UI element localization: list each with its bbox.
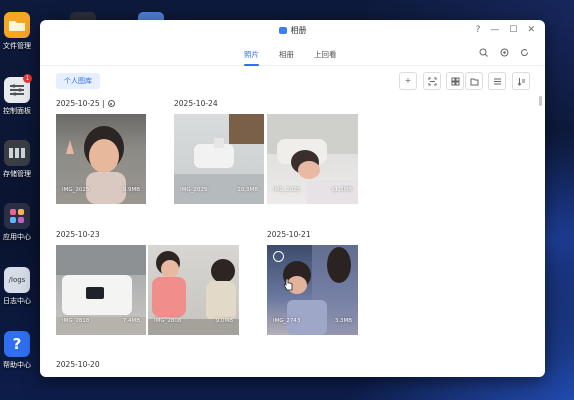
list-icon [493,78,501,85]
select-checkbox[interactable] [273,251,284,262]
sort-icon [517,78,525,86]
photo-thumbnail[interactable]: IMG_2025 10.3MB [174,114,264,204]
photo-filename: IMG_2025 [180,187,208,193]
desktop-icon-file-manager[interactable]: 文件管理 [0,12,34,51]
photo-filename: IMG_2743 [273,318,301,324]
desktop-icon-control-panel[interactable]: 1 控制面板 [0,74,34,116]
scan-button[interactable] [423,72,441,90]
scan-icon [428,77,436,86]
tab-bar: 照片 相册 上回看 [40,42,545,66]
settings-icon[interactable] [498,48,510,60]
date-header: 2025-10-20 [56,360,100,369]
photo-timeline: 2025-10-25 | IMG_2025 9.9MB 2025-10-24 I… [40,94,545,377]
hand-cursor-icon [283,276,293,295]
photo-thumbnail[interactable]: IMG_2025 11.3MB [267,114,358,204]
maximize-button[interactable]: ☐ [509,24,517,36]
select-group-icon[interactable] [107,100,115,107]
desktop-icon-label: 存储管理 [3,170,31,178]
grid-view-button[interactable] [446,72,464,90]
photo-filename: IMG_2025 [273,187,301,193]
sort-button[interactable] [512,72,530,90]
date-header: 2025-10-24 [174,99,218,108]
desktop-icon-help[interactable]: ? 帮助中心 [0,331,34,370]
photo-size: 9.0MB [215,318,233,324]
help-button[interactable]: ? [476,24,481,36]
photos-app-icon [278,27,287,34]
photo-size: 10.3MB [237,187,258,193]
desktop-icon-app-center[interactable]: 应用中心 [0,203,34,242]
desktop-icon-label: 帮助中心 [3,361,31,369]
tab-albums[interactable]: 相册 [279,49,294,60]
photo-size: 7.4MB [122,318,140,324]
photo-filename: IMG_2025 [62,187,90,193]
content-toolbar: 个人图库 + [40,66,545,94]
photo-thumbnail[interactable]: IMG_2025 9.9MB [56,114,146,204]
help-icon: ? [4,331,30,357]
folder-icon [4,12,30,38]
desktop-icon-label: 控制面板 [3,107,31,115]
date-header: 2025-10-25 | [56,99,115,108]
desktop-icon-label: 应用中心 [3,233,31,241]
photo-size: 3.3MB [334,318,352,324]
desktop-icon-label: 日志中心 [3,297,31,305]
desktop-icon-logs[interactable]: /logs 日志中心 [0,267,34,306]
photo-thumbnail[interactable]: IMG_2743 3.3MB [267,245,358,335]
desktop-icon-label: 文件管理 [3,42,31,50]
grid-icon [451,77,459,86]
photo-size: 11.3MB [331,187,352,193]
photo-filename: IMG_2808 [154,318,182,324]
notification-badge: 1 [23,74,32,83]
photo-filename: IMG_2818 [62,318,90,324]
close-button[interactable]: ✕ [527,24,535,36]
search-icon[interactable] [477,48,489,60]
photo-thumbnail[interactable]: IMG_2818 7.4MB [56,245,146,335]
logs-icon: /logs [4,267,30,293]
tab-recent[interactable]: 上回看 [314,49,337,60]
photo-size: 9.9MB [122,187,140,193]
date-header: 2025-10-21 [267,230,311,239]
minimize-button[interactable]: — [490,24,499,36]
window-titlebar[interactable]: 相册 ? — ☐ ✕ [40,20,545,42]
window-title: 相册 [40,25,545,36]
photo-thumbnail[interactable]: IMG_2808 9.0MB [148,245,239,335]
list-view-button[interactable] [488,72,506,90]
folder-icon [470,78,478,86]
add-icon: + [404,76,412,85]
storage-icon [4,140,30,166]
folder-view-button[interactable] [465,72,483,90]
refresh-icon[interactable] [518,48,530,60]
date-header: 2025-10-23 [56,230,100,239]
add-button[interactable]: + [399,72,417,90]
personal-library-button[interactable]: 个人图库 [56,73,100,89]
scrollbar[interactable] [539,96,542,106]
desktop-icon-storage[interactable]: 存储管理 [0,140,34,179]
app-center-icon [4,203,30,229]
tab-photos[interactable]: 照片 [244,49,259,66]
photos-window: 相册 ? — ☐ ✕ 照片 相册 上回看 个人图库 + 2025-10-25 |… [40,20,545,377]
